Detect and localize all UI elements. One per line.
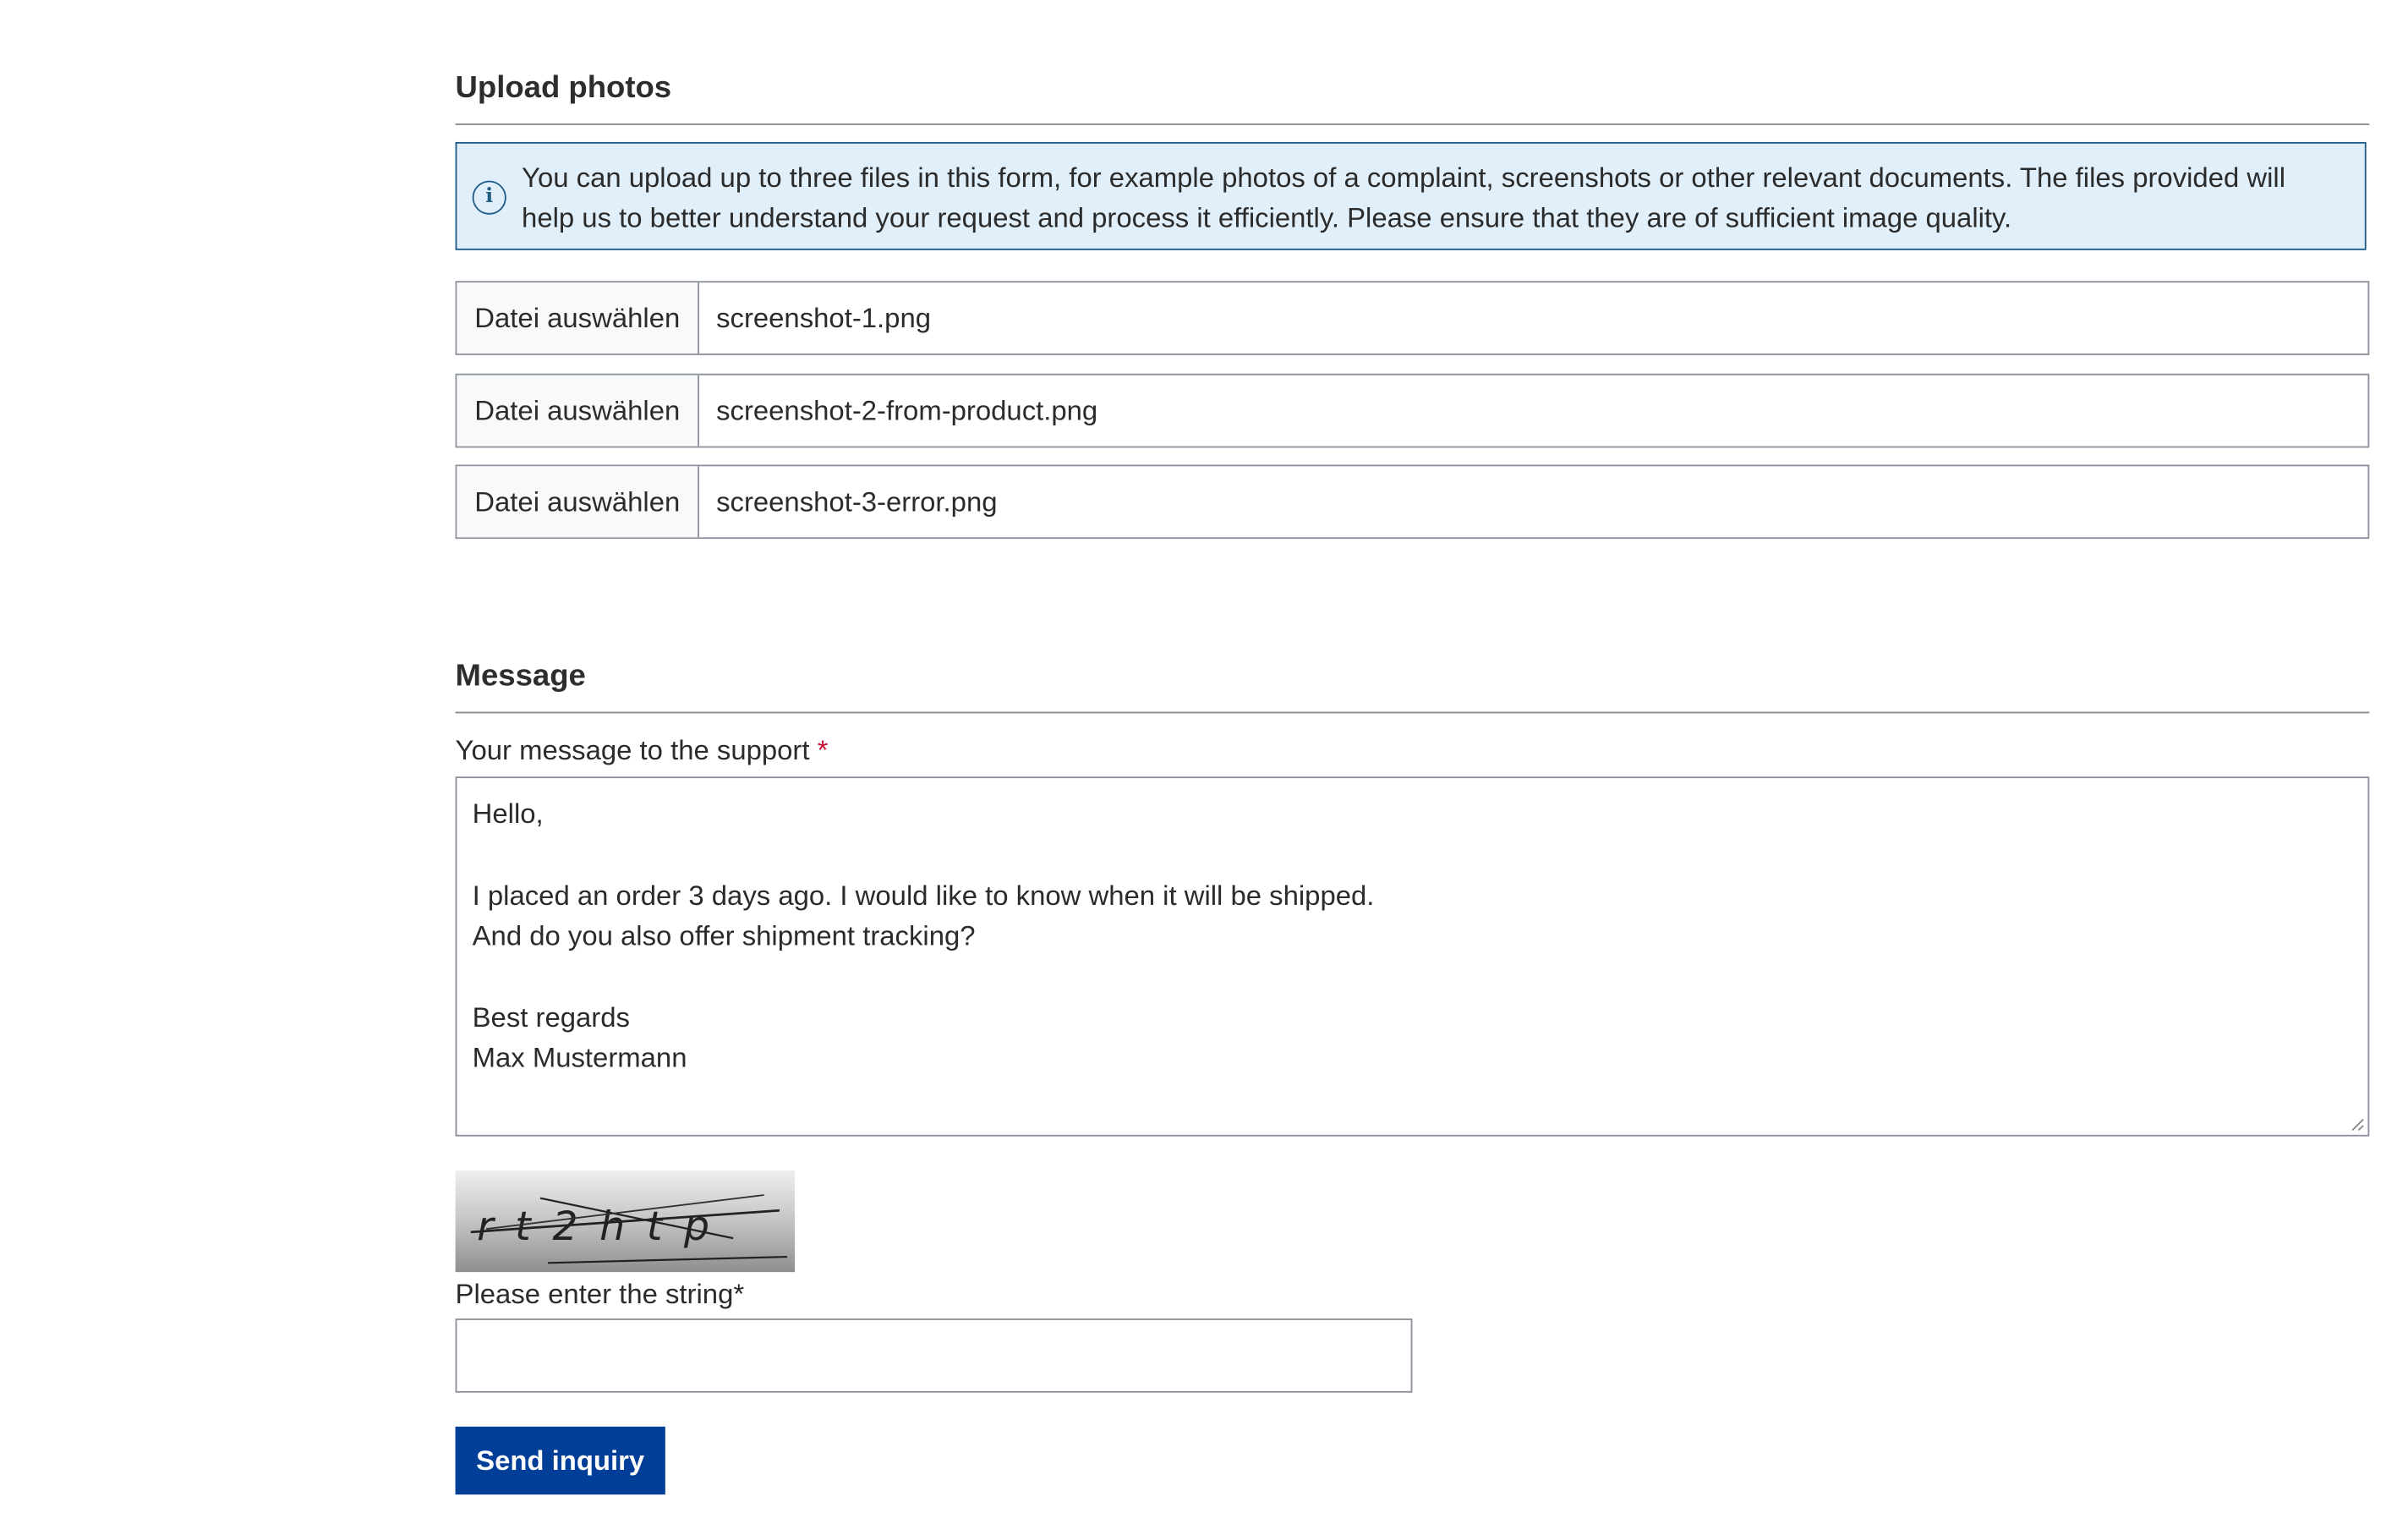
- message-label-text: Your message to the support: [455, 734, 810, 766]
- file-input-2[interactable]: Datei auswählen screenshot-2-from-produc…: [455, 373, 2370, 448]
- required-marker: *: [817, 734, 829, 766]
- resize-grip-icon[interactable]: [2351, 1118, 2364, 1132]
- choose-file-button-3[interactable]: Datei auswählen: [457, 466, 699, 538]
- choose-file-button-2[interactable]: Datei auswählen: [457, 375, 699, 447]
- message-field-label: Your message to the support *: [456, 733, 829, 767]
- message-line: Max Mustermann: [472, 1042, 687, 1073]
- file-input-1[interactable]: Datei auswählen screenshot-1.png: [455, 281, 2370, 355]
- file-name-3: screenshot-3-error.png: [716, 486, 998, 518]
- upload-info-text: You can upload up to three files in this…: [522, 162, 2286, 233]
- captcha-label: Please enter the string*: [455, 1278, 745, 1310]
- message-line: And do you also offer shipment tracking?: [472, 920, 976, 951]
- choose-file-button-1[interactable]: Datei auswählen: [457, 282, 699, 354]
- captcha-text: rt2htp: [477, 1203, 731, 1250]
- captcha-image: rt2htp: [455, 1170, 796, 1273]
- message-line: Hello,: [472, 798, 544, 830]
- info-icon: i: [472, 180, 506, 215]
- message-section-title: Message: [455, 659, 586, 693]
- message-line: I placed an order 3 days ago. I would li…: [472, 880, 1375, 912]
- upload-section-divider: [455, 123, 2370, 125]
- upload-info-box: i You can upload up to three files in th…: [455, 141, 2367, 250]
- message-line: Best regards: [472, 1001, 630, 1033]
- send-inquiry-button[interactable]: Send inquiry: [455, 1426, 665, 1495]
- file-name-2: screenshot-2-from-product.png: [716, 395, 1098, 426]
- message-section-divider: [455, 711, 2370, 714]
- captcha-input[interactable]: [455, 1318, 1413, 1393]
- upload-section-title: Upload photos: [455, 70, 672, 106]
- message-textarea[interactable]: Hello, I placed an order 3 days ago. I w…: [455, 776, 2370, 1137]
- contact-form-page: Upload photos i You can upload up to thr…: [0, 0, 2408, 1513]
- file-input-3[interactable]: Datei auswählen screenshot-3-error.png: [455, 464, 2370, 540]
- file-name-1: screenshot-1.png: [716, 302, 932, 334]
